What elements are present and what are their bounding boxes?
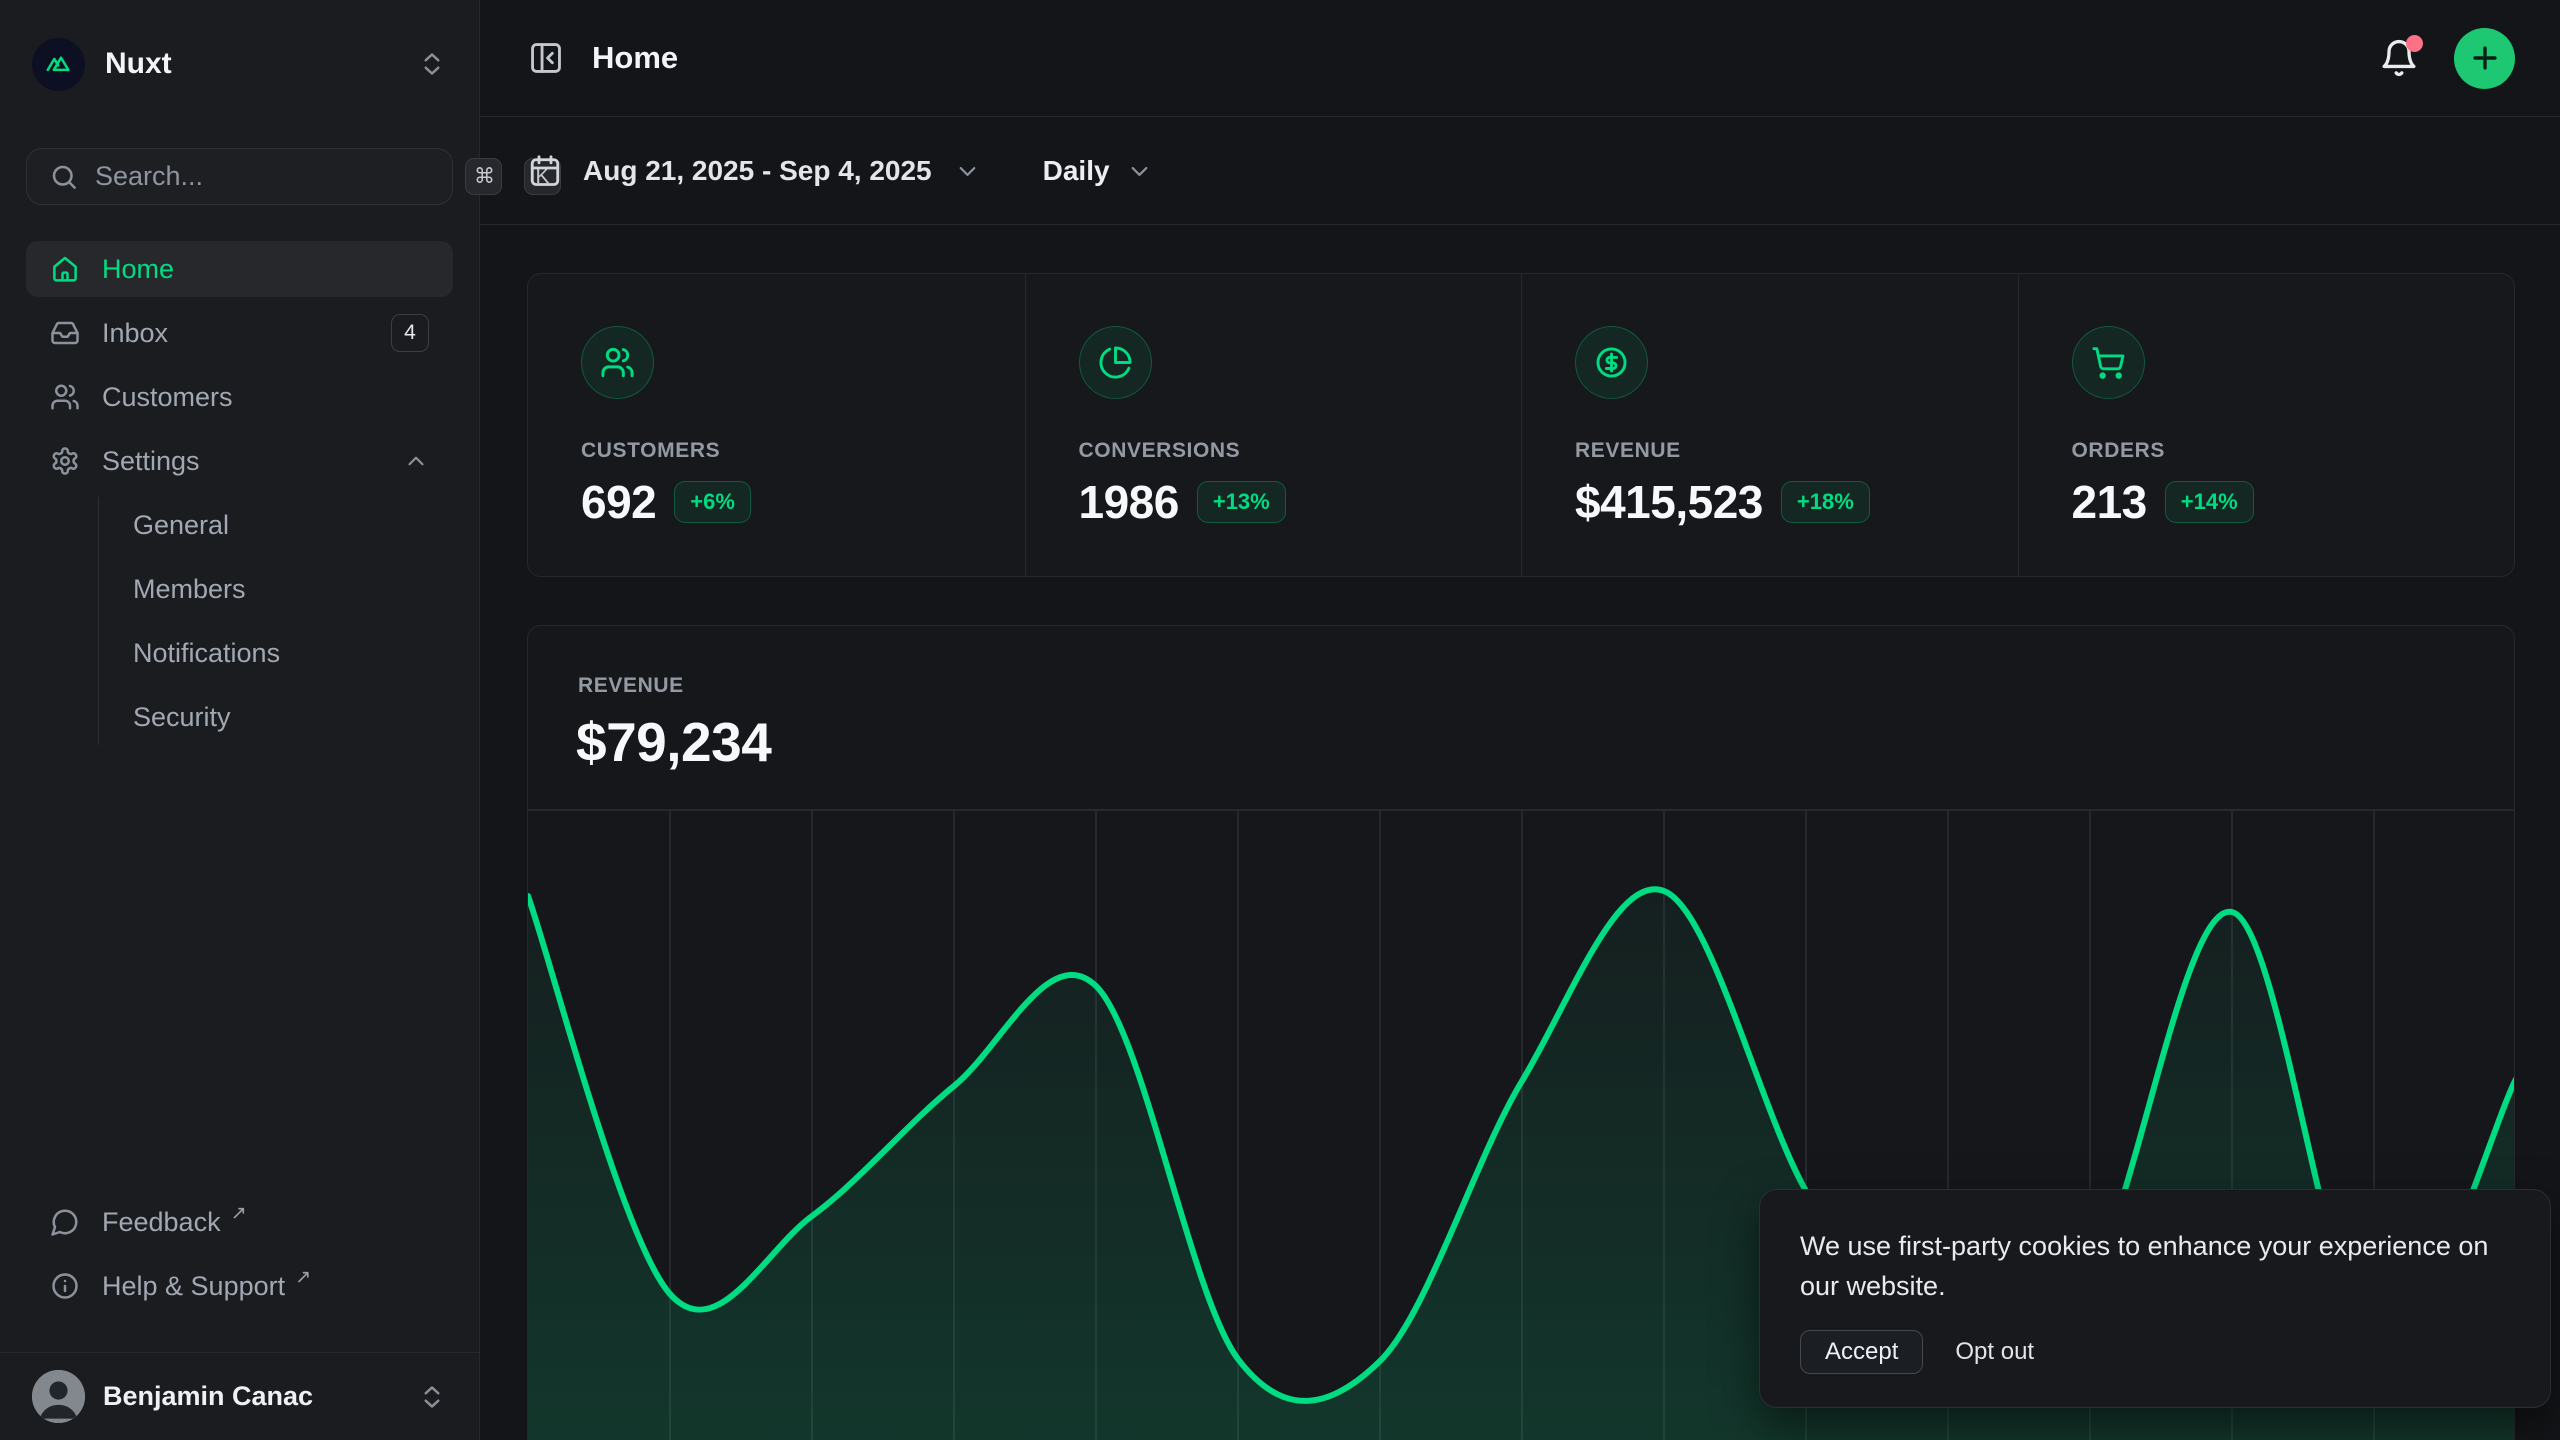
help-support-link[interactable]: Help & Support ↗ [26, 1258, 453, 1314]
feedback-link[interactable]: Feedback ↗ [26, 1194, 453, 1250]
sidebar-item-settings[interactable]: Settings [26, 433, 453, 489]
sidebar: Nuxt ⌘ K [0, 0, 480, 1440]
stat-value: 1986 [1079, 475, 1179, 529]
sidebar-item-label: Customers [102, 382, 233, 413]
accept-button[interactable]: Accept [1800, 1330, 1923, 1374]
avatar [32, 1370, 85, 1423]
user-name: Benjamin Canac [103, 1381, 313, 1412]
cookie-banner: We use first-party cookies to enhance yo… [1759, 1189, 2551, 1408]
settings-subnav: General Members Notifications Security [98, 497, 427, 745]
filters-toolbar: Aug 21, 2025 - Sep 4, 2025 Daily [480, 118, 2560, 225]
sidebar-item-label: Members [133, 574, 246, 605]
calendar-icon [527, 153, 563, 189]
stat-delta-badge: +18% [1781, 481, 1870, 523]
stat-card-orders[interactable]: ORDERS 213 +14% [2018, 274, 2515, 576]
stat-value: 692 [581, 475, 656, 529]
opt-out-button[interactable]: Opt out [1955, 1338, 2034, 1366]
circle-dollar-icon [1575, 326, 1648, 399]
stat-label: CUSTOMERS [581, 439, 995, 463]
pie-chart-icon [1079, 326, 1152, 399]
stat-card-conversions[interactable]: CONVERSIONS 1986 +13% [1025, 274, 1522, 576]
sidebar-item-label: Inbox [102, 318, 168, 349]
sidebar-item-label: Home [102, 254, 174, 285]
shopping-cart-icon [2072, 326, 2145, 399]
revenue-panel-label: REVENUE [578, 674, 684, 698]
stat-delta-badge: +13% [1197, 481, 1286, 523]
header-actions [2378, 28, 2515, 89]
search-input[interactable]: ⌘ K [26, 148, 453, 205]
stat-label: CONVERSIONS [1079, 439, 1492, 463]
stat-label: ORDERS [2072, 439, 2485, 463]
sidebar-item-label: General [133, 510, 229, 541]
page-title: Home [592, 40, 678, 76]
sidebar-item-label: Notifications [133, 638, 280, 669]
chevrons-up-down-icon [417, 1382, 447, 1412]
sidebar-footer: Feedback ↗ Help & Support ↗ [26, 1194, 453, 1322]
sidebar-item-home[interactable]: Home [26, 241, 453, 297]
sidebar-item-security[interactable]: Security [99, 689, 427, 745]
inbox-count-badge: 4 [391, 314, 429, 352]
plus-icon [2468, 41, 2502, 75]
stat-value: 213 [2072, 475, 2147, 529]
stat-value: $415,523 [1575, 475, 1763, 529]
sidebar-item-inbox[interactable]: Inbox 4 [26, 305, 453, 361]
sidebar-nav: Home Inbox 4 C [26, 241, 453, 753]
granularity-select[interactable]: Daily [1043, 155, 1153, 187]
inbox-icon [50, 318, 80, 348]
sidebar-item-label: Security [133, 702, 231, 733]
chevron-down-icon [954, 158, 981, 185]
page-header: Home [480, 0, 2560, 117]
date-range-value: Aug 21, 2025 - Sep 4, 2025 [583, 155, 932, 187]
search-icon [49, 162, 79, 192]
stat-card-customers[interactable]: CUSTOMERS 692 +6% [528, 274, 1025, 576]
granularity-value: Daily [1043, 155, 1110, 187]
revenue-panel-value: $79,234 [576, 710, 771, 774]
cookie-message: We use first-party cookies to enhance yo… [1800, 1226, 2510, 1306]
external-link-icon: ↗ [231, 1202, 247, 1225]
sidebar-item-members[interactable]: Members [99, 561, 427, 617]
users-icon [581, 326, 654, 399]
home-icon [50, 254, 80, 284]
gear-icon [50, 446, 80, 476]
stat-label: REVENUE [1575, 439, 1988, 463]
message-circle-icon [50, 1207, 80, 1237]
sidebar-item-general[interactable]: General [99, 497, 427, 553]
stat-card-revenue[interactable]: REVENUE $415,523 +18% [1521, 274, 2018, 576]
chevrons-up-down-icon [417, 49, 447, 79]
workspace-switcher[interactable]: Nuxt [26, 36, 453, 92]
date-range-picker[interactable]: Aug 21, 2025 - Sep 4, 2025 [527, 153, 981, 189]
chevron-up-icon [403, 448, 429, 474]
workspace-name: Nuxt [105, 47, 172, 81]
notification-dot [2406, 35, 2423, 52]
app-root: Nuxt ⌘ K [0, 0, 2560, 1440]
stat-delta-badge: +6% [674, 481, 751, 523]
chevron-down-icon [1126, 158, 1153, 185]
users-icon [50, 382, 80, 412]
help-support-label: Help & Support [102, 1271, 285, 1302]
external-link-icon: ↗ [295, 1266, 311, 1289]
sidebar-item-notifications[interactable]: Notifications [99, 625, 427, 681]
info-icon [50, 1271, 80, 1301]
sidebar-item-customers[interactable]: Customers [26, 369, 453, 425]
notifications-button[interactable] [2378, 37, 2420, 79]
stat-delta-badge: +14% [2165, 481, 2254, 523]
sidebar-item-label: Settings [102, 446, 200, 477]
search-field[interactable] [95, 161, 449, 192]
user-menu[interactable]: Benjamin Canac [0, 1352, 479, 1440]
stats-row: CUSTOMERS 692 +6% CONVERSIONS 1986 +13% [527, 273, 2515, 577]
add-button[interactable] [2454, 28, 2515, 89]
nuxt-logo-icon [32, 38, 85, 91]
feedback-label: Feedback [102, 1207, 221, 1238]
sidebar-collapse-icon[interactable] [527, 39, 565, 77]
